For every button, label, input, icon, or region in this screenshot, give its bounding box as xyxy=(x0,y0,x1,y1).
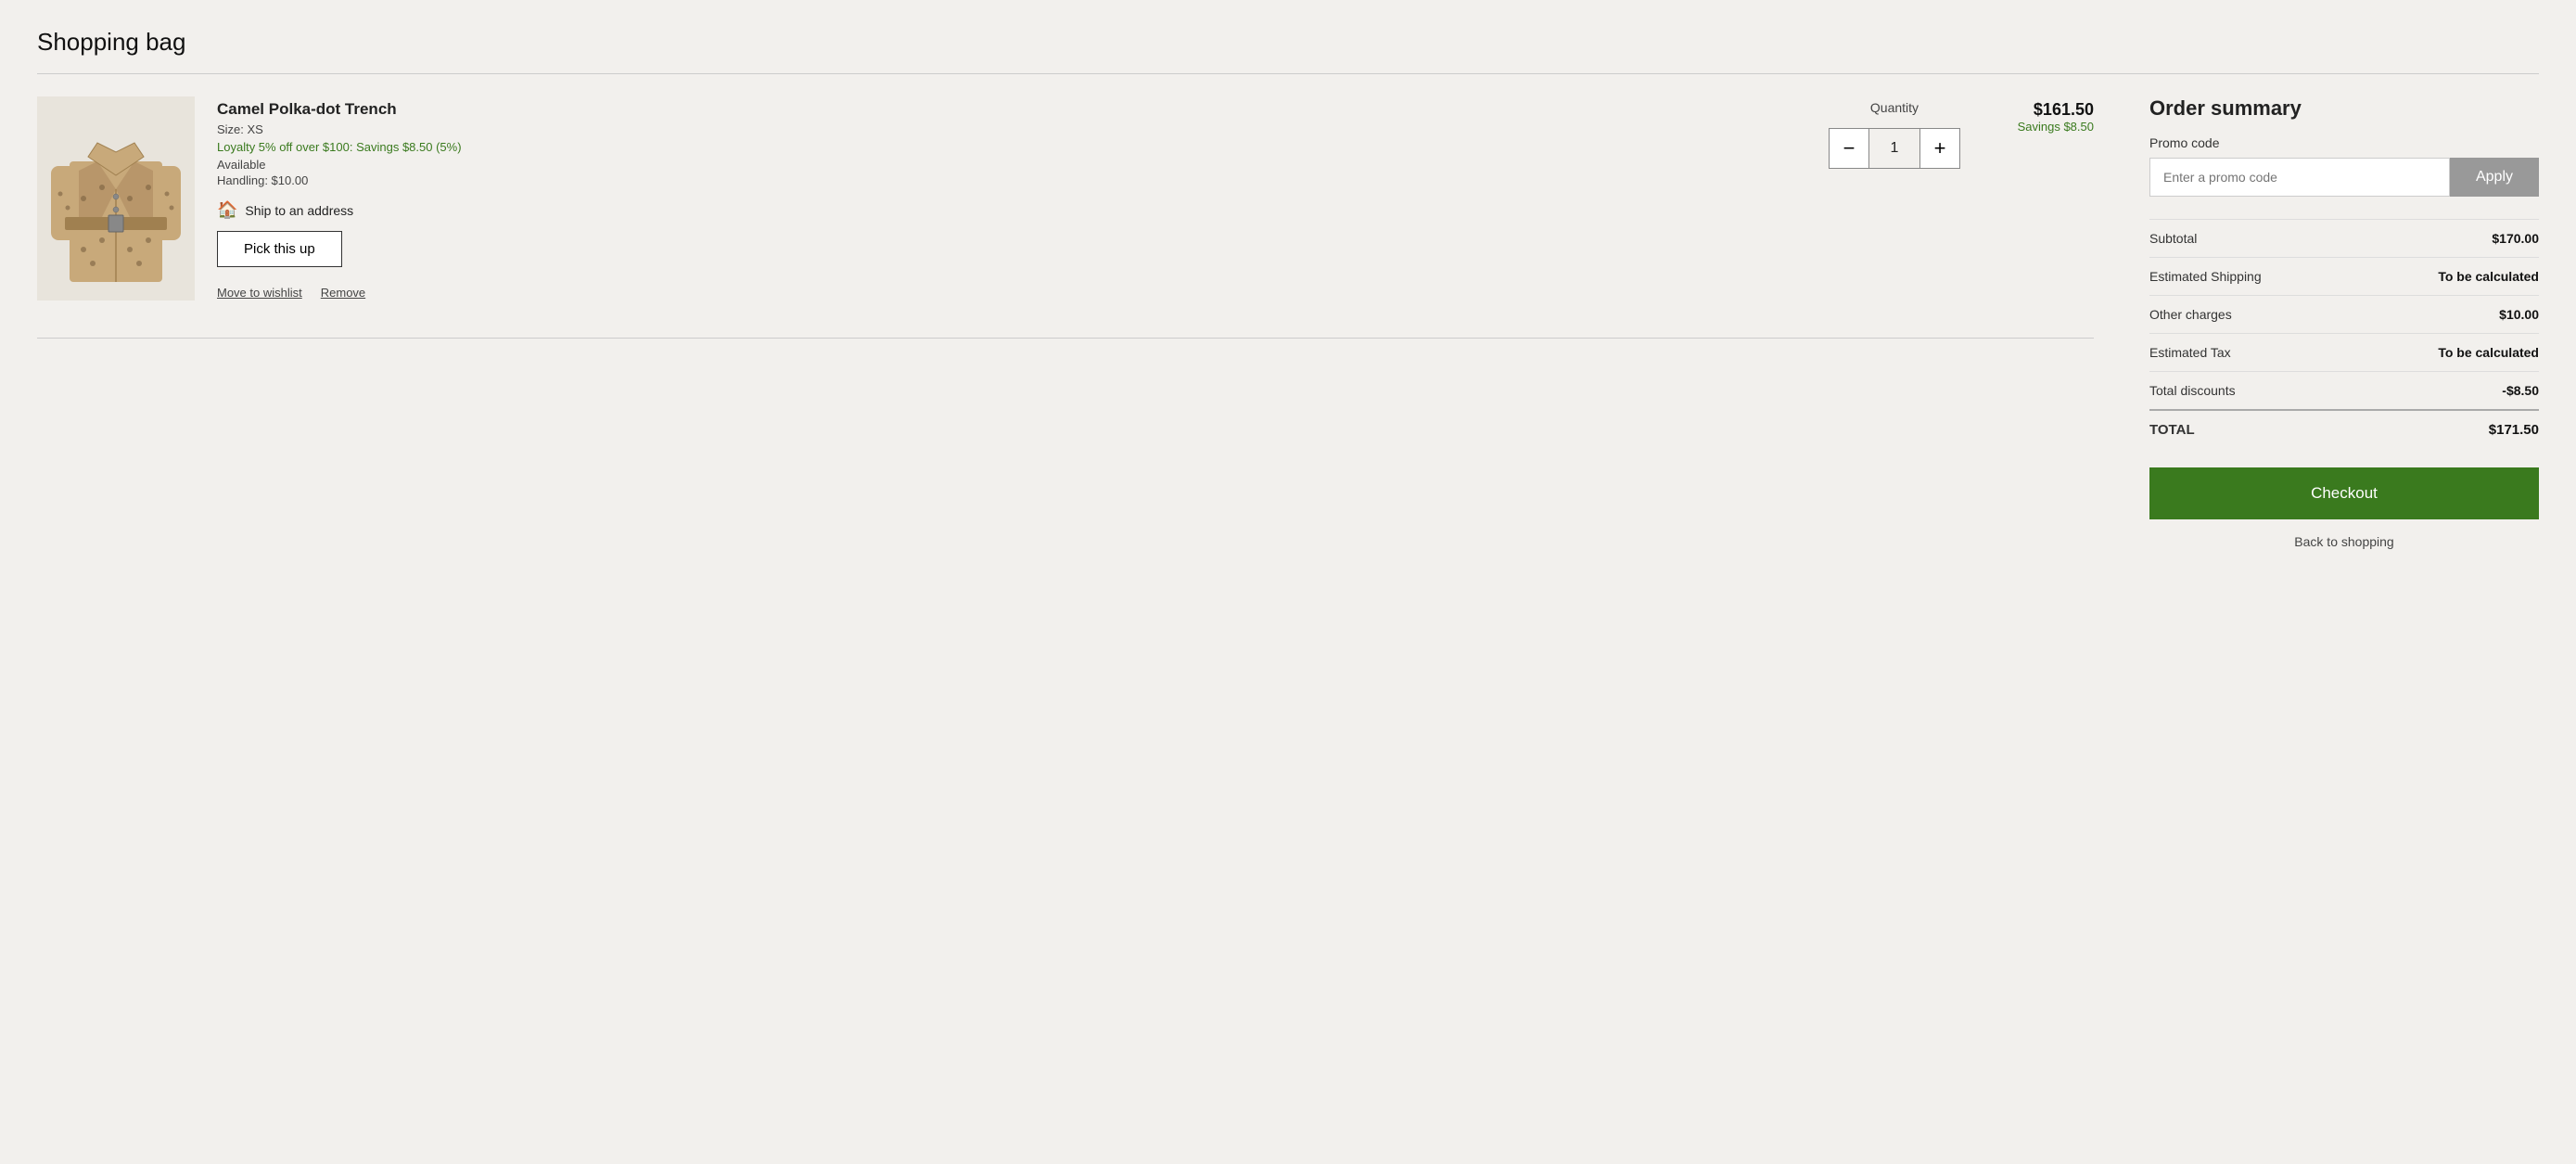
quantity-label: Quantity xyxy=(1870,100,1919,115)
shipping-value: To be calculated xyxy=(2438,269,2539,284)
product-size: Size: XS xyxy=(217,122,1806,136)
quantity-decrease-button[interactable]: − xyxy=(1829,128,1869,169)
discounts-row: Total discounts -$8.50 xyxy=(2149,371,2539,409)
tax-value: To be calculated xyxy=(2438,345,2539,360)
subtotal-row: Subtotal $170.00 xyxy=(2149,219,2539,257)
cart-actions: Move to wishlist Remove xyxy=(217,286,1806,300)
other-charges-value: $10.00 xyxy=(2499,307,2539,322)
product-name: Camel Polka-dot Trench xyxy=(217,100,1806,119)
total-row: TOTAL $171.50 xyxy=(2149,409,2539,449)
shipping-label: Estimated Shipping xyxy=(2149,269,2262,284)
discounts-label: Total discounts xyxy=(2149,383,2236,398)
move-to-wishlist-button[interactable]: Move to wishlist xyxy=(217,286,302,300)
promo-row: Apply xyxy=(2149,158,2539,197)
page-title: Shopping bag xyxy=(37,28,2539,57)
order-summary-title: Order summary xyxy=(2149,96,2539,121)
price-savings: Savings $8.50 xyxy=(2018,120,2094,134)
cart-item: Camel Polka-dot Trench Size: XS Loyalty … xyxy=(37,96,2094,330)
tax-row: Estimated Tax To be calculated xyxy=(2149,333,2539,371)
loyalty-text: Loyalty 5% off over $100: Savings $8.50 … xyxy=(217,140,1806,154)
ship-to-address-label: Ship to an address xyxy=(245,203,353,218)
subtotal-value: $170.00 xyxy=(2492,231,2539,246)
discounts-value: -$8.50 xyxy=(2502,383,2539,398)
checkout-button[interactable]: Checkout xyxy=(2149,467,2539,519)
product-handling: Handling: $10.00 xyxy=(217,173,1806,187)
back-to-shopping-link[interactable]: Back to shopping xyxy=(2149,534,2539,549)
quantity-section: Quantity − 1 + xyxy=(1829,96,1960,169)
cart-divider xyxy=(37,338,2094,339)
total-value: $171.50 xyxy=(2489,422,2539,438)
quantity-controls: − 1 + xyxy=(1829,128,1960,169)
quantity-increase-button[interactable]: + xyxy=(1919,128,1960,169)
quantity-value: 1 xyxy=(1869,128,1919,169)
order-summary: Order summary Promo code Apply Subtotal … xyxy=(2149,96,2539,549)
tax-label: Estimated Tax xyxy=(2149,345,2231,360)
total-label: TOTAL xyxy=(2149,422,2195,438)
promo-label: Promo code xyxy=(2149,135,2539,150)
shipping-row: Estimated Shipping To be calculated xyxy=(2149,257,2539,295)
main-layout: Camel Polka-dot Trench Size: XS Loyalty … xyxy=(37,96,2539,549)
remove-button[interactable]: Remove xyxy=(321,286,365,300)
product-availability: Available xyxy=(217,158,1806,172)
product-image-svg xyxy=(51,106,181,291)
ship-icon: 🏠 xyxy=(217,200,237,220)
promo-input[interactable] xyxy=(2149,158,2450,197)
product-info: Camel Polka-dot Trench Size: XS Loyalty … xyxy=(217,96,1806,300)
price-section: $161.50 Savings $8.50 xyxy=(1983,96,2094,134)
pickup-button[interactable]: Pick this up xyxy=(217,231,342,267)
product-image xyxy=(37,96,195,301)
ship-to-address: 🏠 Ship to an address xyxy=(217,200,1806,220)
header-divider xyxy=(37,73,2539,74)
cart-section: Camel Polka-dot Trench Size: XS Loyalty … xyxy=(37,96,2094,339)
other-charges-label: Other charges xyxy=(2149,307,2232,322)
price-current: $161.50 xyxy=(2034,100,2094,120)
other-charges-row: Other charges $10.00 xyxy=(2149,295,2539,333)
apply-button[interactable]: Apply xyxy=(2450,158,2539,197)
subtotal-label: Subtotal xyxy=(2149,231,2197,246)
